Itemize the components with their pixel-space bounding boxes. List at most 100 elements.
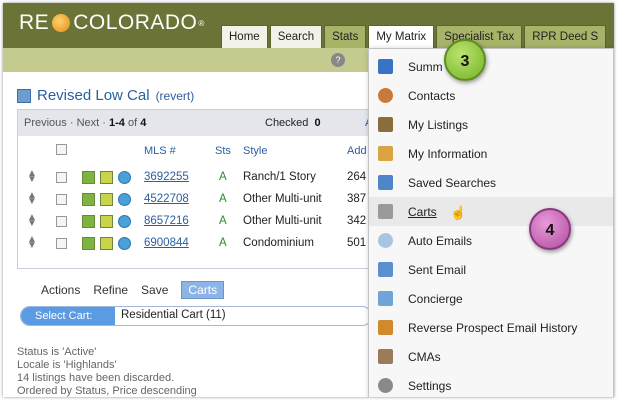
reorder-icon[interactable]: ▲ ▼: [26, 235, 38, 251]
address-cell: 342: [347, 215, 367, 227]
status-cell: A: [219, 237, 227, 249]
contacts-icon: [378, 88, 393, 103]
saved-searches-icon: [378, 175, 393, 190]
row-checkbox[interactable]: [56, 216, 67, 227]
menu-item-my-listings[interactable]: My Listings: [369, 110, 613, 139]
map-icon[interactable]: [100, 193, 113, 206]
reorder-icon[interactable]: ▲ ▼: [26, 169, 38, 185]
menu-item-settings[interactable]: Settings: [369, 371, 613, 397]
menu-item-concierge[interactable]: Concierge: [369, 284, 613, 313]
photo-icon[interactable]: [82, 237, 95, 250]
tab-home[interactable]: Home: [221, 25, 268, 48]
row-checkbox[interactable]: [56, 194, 67, 205]
table-row[interactable]: ▲ ▼ 6900844 A Condominium 501: [18, 233, 372, 255]
style-cell: Condominium: [243, 237, 314, 249]
table-row[interactable]: ▲ ▼ 8657216 A Other Multi-unit 342: [18, 211, 372, 233]
app-header: RE COLORADO ® Home Search Stats My Matri…: [3, 3, 614, 48]
menu-item-auto-emails[interactable]: Auto Emails: [369, 226, 613, 255]
menu-item-label: Saved Searches: [408, 176, 497, 190]
header-mls[interactable]: MLS #: [144, 145, 176, 157]
menu-item-sent-email[interactable]: Sent Email: [369, 255, 613, 284]
status-line: Status is 'Active': [17, 346, 97, 358]
main-nav-tabs: Home Search Stats My Matrix Specialist T…: [221, 25, 608, 48]
select-all-checkbox[interactable]: [56, 144, 67, 155]
menu-item-label: Sent Email: [408, 263, 467, 277]
menu-item-label: CMAs: [408, 350, 441, 364]
carts-tab[interactable]: Carts: [181, 281, 225, 299]
status-line: 14 listings have been discarded.: [17, 372, 175, 384]
save-tab[interactable]: Save: [141, 283, 168, 297]
results-actions-bar: Actions Refine Save Carts: [41, 281, 225, 299]
row-checkbox[interactable]: [56, 172, 67, 183]
menu-item-contacts[interactable]: Contacts: [369, 81, 613, 110]
tab-stats[interactable]: Stats: [324, 25, 367, 48]
summary-icon: [378, 59, 393, 74]
address-cell: 264: [347, 171, 367, 183]
menu-item-cmas[interactable]: CMAs: [369, 342, 613, 371]
table-row[interactable]: ▲ ▼ 4522708 A Other Multi-unit 387: [18, 189, 372, 211]
checked-count: Checked 0: [265, 117, 321, 129]
tab-rpr-deed[interactable]: RPR Deed S: [524, 25, 607, 48]
header-sts[interactable]: Sts: [215, 145, 231, 157]
header-address[interactable]: Add: [347, 145, 367, 157]
header-style[interactable]: Style: [243, 145, 267, 157]
mls-number-link[interactable]: 6900844: [144, 237, 189, 249]
table-row[interactable]: ▲ ▼ 3692255 A Ranch/1 Story 264: [18, 167, 372, 189]
mls-number-link[interactable]: 3692255: [144, 171, 189, 183]
checked-value: 0: [314, 117, 321, 129]
status-line: Locale is 'Highlands': [17, 359, 117, 371]
reorder-icon[interactable]: ▲ ▼: [26, 213, 38, 229]
history-icon[interactable]: [118, 171, 131, 184]
status-cell: A: [219, 193, 227, 205]
map-icon[interactable]: [100, 215, 113, 228]
reorder-icon[interactable]: ▲ ▼: [26, 191, 38, 207]
history-icon[interactable]: [118, 215, 131, 228]
help-icon[interactable]: ?: [331, 53, 345, 67]
pager-separator: ·: [102, 117, 106, 129]
carts-icon: [378, 204, 393, 219]
logo-text-colorado: COLORADO: [73, 11, 198, 34]
row-checkbox[interactable]: [56, 238, 67, 249]
history-icon[interactable]: [118, 193, 131, 206]
status-cell: A: [219, 171, 227, 183]
menu-item-label: My Listings: [408, 118, 469, 132]
history-icon[interactable]: [118, 237, 131, 250]
select-cart-dropdown[interactable]: Residential Cart (11): [121, 309, 226, 321]
revert-link[interactable]: (revert): [156, 89, 195, 103]
settings-icon: [378, 378, 393, 393]
refine-tab[interactable]: Refine: [93, 283, 128, 297]
recolorado-logo[interactable]: RE COLORADO ®: [19, 11, 205, 35]
photo-icon[interactable]: [82, 171, 95, 184]
menu-item-reverse-prospect[interactable]: Reverse Prospect Email History: [369, 313, 613, 342]
tab-search[interactable]: Search: [269, 25, 323, 48]
saved-search-title: Revised Low Cal (revert): [17, 87, 194, 104]
menu-item-label: My Information: [408, 147, 488, 161]
next-link[interactable]: Next: [77, 117, 100, 129]
select-cart-label: Select Cart:: [21, 307, 115, 325]
menu-item-carts[interactable]: Carts ☝: [369, 197, 613, 226]
reverse-prospect-icon: [378, 320, 393, 335]
results-table: Previous · Next · 1-4 of 4 Checked 0 A M…: [17, 109, 373, 269]
pager-range: 1-4: [109, 117, 125, 129]
menu-item-my-information[interactable]: My Information: [369, 139, 613, 168]
menu-item-summary[interactable]: Summ: [369, 52, 613, 81]
photo-icon[interactable]: [82, 193, 95, 206]
menu-item-label: Settings: [408, 379, 452, 393]
map-icon[interactable]: [100, 171, 113, 184]
pager-total: 4: [140, 117, 147, 129]
search-name: Revised Low Cal: [37, 87, 150, 104]
table-header: MLS # Sts Style Add: [18, 138, 372, 164]
map-icon[interactable]: [100, 237, 113, 250]
photo-icon[interactable]: [82, 215, 95, 228]
select-cart-bar[interactable]: Select Cart: Residential Cart (11): [20, 306, 372, 326]
tab-my-matrix[interactable]: My Matrix: [368, 25, 435, 48]
mls-number-link[interactable]: 8657216: [144, 215, 189, 227]
mls-number-link[interactable]: 4522708: [144, 193, 189, 205]
menu-item-label: Summ: [408, 60, 443, 74]
menu-item-label: Carts: [408, 205, 437, 219]
previous-link[interactable]: Previous: [24, 117, 67, 129]
menu-item-saved-searches[interactable]: Saved Searches: [369, 168, 613, 197]
status-line: Ordered by Status, Price descending: [17, 385, 197, 397]
actions-tab[interactable]: Actions: [41, 283, 80, 297]
step-4-callout: 4: [529, 208, 571, 250]
